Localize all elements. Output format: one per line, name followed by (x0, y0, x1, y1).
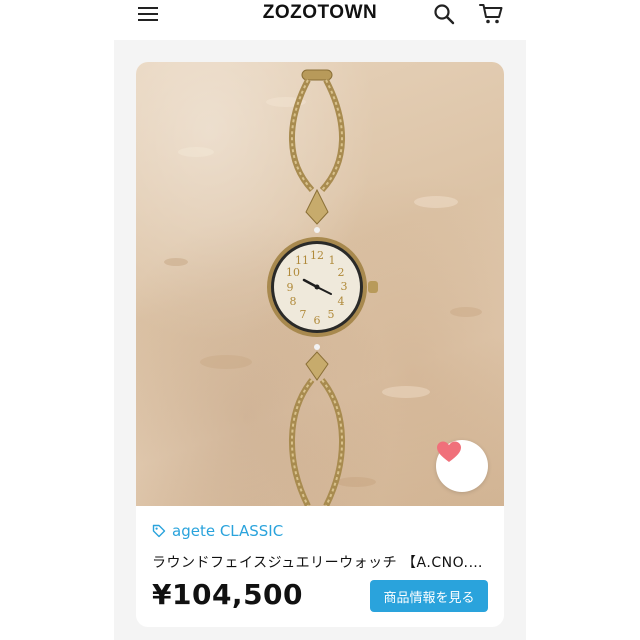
app-screen: ZOZOTOWN 12 3 6 9 1 2 4 5 7 8 10 11 aget… (114, 0, 526, 640)
favorite-button[interactable] (436, 440, 488, 492)
cart-button[interactable] (477, 0, 505, 28)
svg-text:4: 4 (338, 295, 345, 308)
svg-text:12: 12 (310, 249, 324, 262)
svg-text:11: 11 (295, 254, 309, 267)
svg-text:6: 6 (314, 314, 321, 327)
svg-text:8: 8 (290, 295, 297, 308)
svg-text:7: 7 (300, 308, 307, 321)
tag-icon (152, 524, 166, 538)
svg-text:9: 9 (287, 281, 294, 294)
search-icon (434, 4, 455, 25)
svg-text:10: 10 (286, 266, 300, 279)
brand-name[interactable]: agete CLASSIC (172, 522, 283, 540)
product-card[interactable]: 12 3 6 9 1 2 4 5 7 8 10 11 agete CLASSIC… (136, 62, 504, 627)
svg-text:5: 5 (328, 308, 335, 321)
svg-text:3: 3 (341, 280, 348, 293)
cart-icon (479, 4, 503, 24)
product-title[interactable]: ラウンドフェイスジュエリーウォッチ 【A.CNO.… (152, 552, 488, 572)
product-image[interactable]: 12 3 6 9 1 2 4 5 7 8 10 11 (136, 62, 504, 506)
product-price: ¥104,500 (152, 578, 304, 611)
svg-text:1: 1 (329, 254, 336, 267)
search-button[interactable] (430, 0, 458, 28)
svg-text:2: 2 (338, 266, 345, 279)
site-logo[interactable]: ZOZOTOWN (114, 0, 526, 26)
heart-icon (437, 441, 461, 462)
brand-link[interactable]: agete CLASSIC (152, 521, 283, 541)
top-header: ZOZOTOWN (114, 0, 526, 40)
product-detail-button[interactable]: 商品情報を見る (370, 580, 488, 612)
